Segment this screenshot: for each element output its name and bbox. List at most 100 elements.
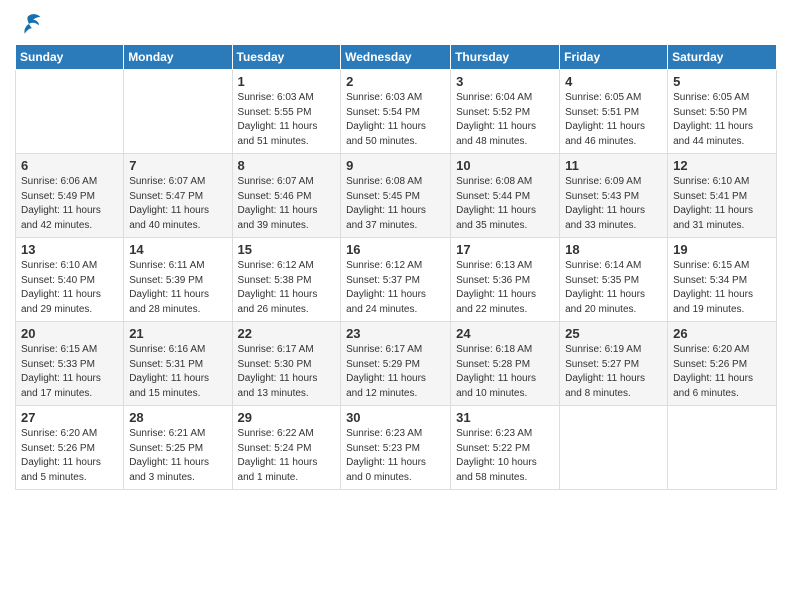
day-cell: 8 Sunrise: 6:07 AM Sunset: 5:46 PM Daylig… (232, 154, 341, 238)
day-number: 18 (565, 242, 662, 257)
day-number: 1 (238, 74, 336, 89)
logo-icon (15, 10, 43, 38)
day-number: 9 (346, 158, 445, 173)
col-header-thursday: Thursday (451, 45, 560, 70)
day-info: Sunrise: 6:15 AM Sunset: 5:33 PM Dayligh… (21, 343, 118, 401)
day-number: 29 (238, 410, 336, 425)
day-number: 28 (129, 410, 226, 425)
day-cell: 13 Sunrise: 6:10 AM Sunset: 5:40 PM Dayli… (16, 238, 124, 322)
day-info: Sunrise: 6:10 AM Sunset: 5:40 PM Dayligh… (21, 259, 118, 317)
day-cell: 1 Sunrise: 6:03 AM Sunset: 5:55 PM Daylig… (232, 70, 341, 154)
day-info: Sunrise: 6:20 AM Sunset: 5:26 PM Dayligh… (673, 343, 771, 401)
calendar-body: 1 Sunrise: 6:03 AM Sunset: 5:55 PM Daylig… (16, 70, 777, 490)
day-info: Sunrise: 6:07 AM Sunset: 5:46 PM Dayligh… (238, 175, 336, 233)
day-cell: 6 Sunrise: 6:06 AM Sunset: 5:49 PM Daylig… (16, 154, 124, 238)
day-info: Sunrise: 6:03 AM Sunset: 5:54 PM Dayligh… (346, 91, 445, 149)
day-cell: 30Sunrise: 6:23 AM Sunset: 5:23 PM Dayli… (341, 406, 451, 490)
day-info: Sunrise: 6:06 AM Sunset: 5:49 PM Dayligh… (21, 175, 118, 233)
day-cell: 5Sunrise: 6:05 AM Sunset: 5:50 PM Daylig… (668, 70, 777, 154)
day-info: Sunrise: 6:17 AM Sunset: 5:29 PM Dayligh… (346, 343, 445, 401)
day-info: Sunrise: 6:08 AM Sunset: 5:45 PM Dayligh… (346, 175, 445, 233)
week-row-5: 27 Sunrise: 6:20 AM Sunset: 5:26 PM Dayli… (16, 406, 777, 490)
day-cell (16, 70, 124, 154)
col-header-saturday: Saturday (668, 45, 777, 70)
day-cell: 26 Sunrise: 6:20 AM Sunset: 5:26 PM Dayli… (668, 322, 777, 406)
day-number: 3 (456, 74, 554, 89)
day-info: Sunrise: 6:03 AM Sunset: 5:55 PM Dayligh… (238, 91, 336, 149)
day-number: 22 (238, 326, 336, 341)
day-cell (560, 406, 668, 490)
col-header-monday: Monday (124, 45, 232, 70)
day-number: 2 (346, 74, 445, 89)
day-cell: 15 Sunrise: 6:12 AM Sunset: 5:38 PM Dayli… (232, 238, 341, 322)
week-row-3: 13 Sunrise: 6:10 AM Sunset: 5:40 PM Dayli… (16, 238, 777, 322)
day-cell: 28 Sunrise: 6:21 AM Sunset: 5:25 PM Dayli… (124, 406, 232, 490)
day-cell (668, 406, 777, 490)
day-cell: 23 Sunrise: 6:17 AM Sunset: 5:29 PM Dayli… (341, 322, 451, 406)
day-cell: 25 Sunrise: 6:19 AM Sunset: 5:27 PM Dayli… (560, 322, 668, 406)
day-number: 20 (21, 326, 118, 341)
day-info: Sunrise: 6:13 AM Sunset: 5:36 PM Dayligh… (456, 259, 554, 317)
day-cell: 2 Sunrise: 6:03 AM Sunset: 5:54 PM Daylig… (341, 70, 451, 154)
calendar-table: SundayMondayTuesdayWednesdayThursdayFrid… (15, 44, 777, 490)
day-info: Sunrise: 6:19 AM Sunset: 5:27 PM Dayligh… (565, 343, 662, 401)
day-number: 30 (346, 410, 445, 425)
calendar-page: SundayMondayTuesdayWednesdayThursdayFrid… (0, 0, 792, 612)
day-cell: 12 Sunrise: 6:10 AM Sunset: 5:41 PM Dayli… (668, 154, 777, 238)
logo (15, 10, 47, 38)
week-row-2: 6 Sunrise: 6:06 AM Sunset: 5:49 PM Daylig… (16, 154, 777, 238)
day-number: 21 (129, 326, 226, 341)
day-number: 26 (673, 326, 771, 341)
col-header-sunday: Sunday (16, 45, 124, 70)
day-info: Sunrise: 6:14 AM Sunset: 5:35 PM Dayligh… (565, 259, 662, 317)
day-number: 19 (673, 242, 771, 257)
day-number: 11 (565, 158, 662, 173)
day-info: Sunrise: 6:10 AM Sunset: 5:41 PM Dayligh… (673, 175, 771, 233)
day-number: 23 (346, 326, 445, 341)
day-number: 14 (129, 242, 226, 257)
day-cell: 9 Sunrise: 6:08 AM Sunset: 5:45 PM Daylig… (341, 154, 451, 238)
col-header-tuesday: Tuesday (232, 45, 341, 70)
day-cell: 19 Sunrise: 6:15 AM Sunset: 5:34 PM Dayli… (668, 238, 777, 322)
day-cell: 24Sunrise: 6:18 AM Sunset: 5:28 PM Dayli… (451, 322, 560, 406)
day-number: 10 (456, 158, 554, 173)
day-info: Sunrise: 6:09 AM Sunset: 5:43 PM Dayligh… (565, 175, 662, 233)
col-header-friday: Friday (560, 45, 668, 70)
day-info: Sunrise: 6:18 AM Sunset: 5:28 PM Dayligh… (456, 343, 554, 401)
week-row-1: 1 Sunrise: 6:03 AM Sunset: 5:55 PM Daylig… (16, 70, 777, 154)
day-info: Sunrise: 6:21 AM Sunset: 5:25 PM Dayligh… (129, 427, 226, 485)
day-cell: 20 Sunrise: 6:15 AM Sunset: 5:33 PM Dayli… (16, 322, 124, 406)
day-info: Sunrise: 6:20 AM Sunset: 5:26 PM Dayligh… (21, 427, 118, 485)
day-info: Sunrise: 6:05 AM Sunset: 5:51 PM Dayligh… (565, 91, 662, 149)
day-number: 17 (456, 242, 554, 257)
day-number: 4 (565, 74, 662, 89)
day-cell: 22 Sunrise: 6:17 AM Sunset: 5:30 PM Dayli… (232, 322, 341, 406)
day-info: Sunrise: 6:12 AM Sunset: 5:37 PM Dayligh… (346, 259, 445, 317)
day-info: Sunrise: 6:05 AM Sunset: 5:50 PM Dayligh… (673, 91, 771, 149)
day-number: 6 (21, 158, 118, 173)
day-cell: 14Sunrise: 6:11 AM Sunset: 5:39 PM Dayli… (124, 238, 232, 322)
day-number: 13 (21, 242, 118, 257)
day-cell: 17 Sunrise: 6:13 AM Sunset: 5:36 PM Dayli… (451, 238, 560, 322)
day-cell: 18 Sunrise: 6:14 AM Sunset: 5:35 PM Dayli… (560, 238, 668, 322)
day-number: 25 (565, 326, 662, 341)
day-info: Sunrise: 6:22 AM Sunset: 5:24 PM Dayligh… (238, 427, 336, 485)
day-info: Sunrise: 6:23 AM Sunset: 5:22 PM Dayligh… (456, 427, 554, 485)
day-info: Sunrise: 6:04 AM Sunset: 5:52 PM Dayligh… (456, 91, 554, 149)
day-number: 7 (129, 158, 226, 173)
day-number: 8 (238, 158, 336, 173)
day-number: 15 (238, 242, 336, 257)
day-cell: 4 Sunrise: 6:05 AM Sunset: 5:51 PM Daylig… (560, 70, 668, 154)
day-cell: 29 Sunrise: 6:22 AM Sunset: 5:24 PM Dayli… (232, 406, 341, 490)
day-number: 16 (346, 242, 445, 257)
day-cell: 21 Sunrise: 6:16 AM Sunset: 5:31 PM Dayli… (124, 322, 232, 406)
day-info: Sunrise: 6:16 AM Sunset: 5:31 PM Dayligh… (129, 343, 226, 401)
day-cell: 27 Sunrise: 6:20 AM Sunset: 5:26 PM Dayli… (16, 406, 124, 490)
day-number: 12 (673, 158, 771, 173)
day-info: Sunrise: 6:15 AM Sunset: 5:34 PM Dayligh… (673, 259, 771, 317)
day-info: Sunrise: 6:17 AM Sunset: 5:30 PM Dayligh… (238, 343, 336, 401)
day-info: Sunrise: 6:12 AM Sunset: 5:38 PM Dayligh… (238, 259, 336, 317)
col-header-wednesday: Wednesday (341, 45, 451, 70)
day-number: 27 (21, 410, 118, 425)
day-cell (124, 70, 232, 154)
